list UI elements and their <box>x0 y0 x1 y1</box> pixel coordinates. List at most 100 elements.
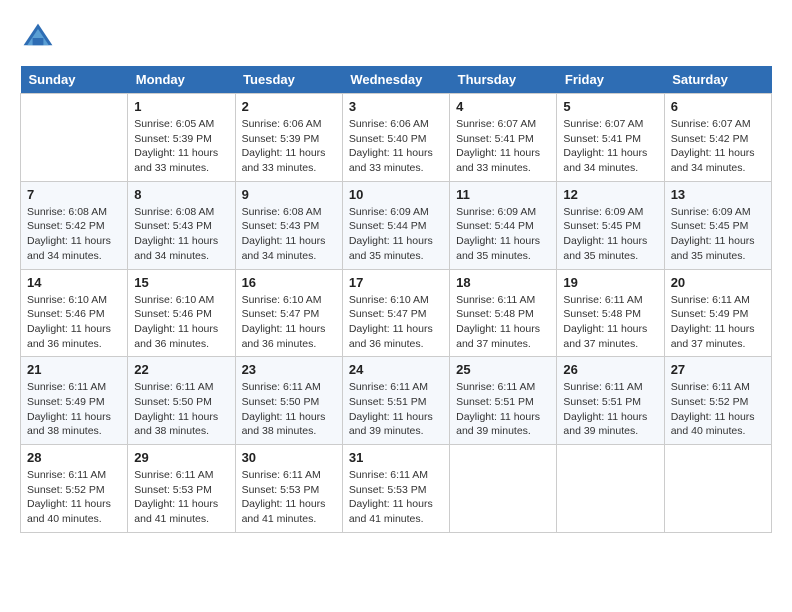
calendar-cell: 23 Sunrise: 6:11 AMSunset: 5:50 PMDayligh… <box>235 357 342 445</box>
calendar-cell: 25 Sunrise: 6:11 AMSunset: 5:51 PMDayligh… <box>450 357 557 445</box>
day-number: 25 <box>456 362 550 377</box>
day-info: Sunrise: 6:10 AMSunset: 5:47 PMDaylight:… <box>349 293 443 352</box>
day-header-saturday: Saturday <box>664 66 771 94</box>
calendar-cell: 10 Sunrise: 6:09 AMSunset: 5:44 PMDayligh… <box>342 181 449 269</box>
calendar-cell: 29Sunrise: 6:11 AMSunset: 5:53 PMDayligh… <box>128 445 235 533</box>
header-row: SundayMondayTuesdayWednesdayThursdayFrid… <box>21 66 772 94</box>
day-header-thursday: Thursday <box>450 66 557 94</box>
day-info: Sunrise: 6:07 AMSunset: 5:42 PMDaylight:… <box>671 117 765 176</box>
calendar-cell: 15 Sunrise: 6:10 AMSunset: 5:46 PMDayligh… <box>128 269 235 357</box>
day-number: 4 <box>456 99 550 114</box>
day-number: 9 <box>242 187 336 202</box>
day-number: 29 <box>134 450 228 465</box>
day-number: 28 <box>27 450 121 465</box>
day-info: Sunrise: 6:11 AMSunset: 5:52 PMDaylight:… <box>671 380 765 439</box>
day-info: Sunrise: 6:11 AMSunset: 5:49 PMDaylight:… <box>671 293 765 352</box>
calendar-cell: 13 Sunrise: 6:09 AMSunset: 5:45 PMDayligh… <box>664 181 771 269</box>
day-info: Sunrise: 6:11 AMSunset: 5:53 PMDaylight:… <box>349 468 443 527</box>
calendar-cell: 22 Sunrise: 6:11 AMSunset: 5:50 PMDayligh… <box>128 357 235 445</box>
calendar-cell <box>664 445 771 533</box>
day-info: Sunrise: 6:11 AMSunset: 5:50 PMDaylight:… <box>134 380 228 439</box>
day-header-wednesday: Wednesday <box>342 66 449 94</box>
calendar-cell: 1 Sunrise: 6:05 AMSunset: 5:39 PMDaylight… <box>128 94 235 182</box>
calendar-cell <box>450 445 557 533</box>
day-number: 19 <box>563 275 657 290</box>
day-number: 20 <box>671 275 765 290</box>
week-row-2: 7Sunrise: 6:08 AMSunset: 5:42 PMDaylight… <box>21 181 772 269</box>
day-number: 15 <box>134 275 228 290</box>
day-info: Sunrise: 6:10 AMSunset: 5:47 PMDaylight:… <box>242 293 336 352</box>
calendar-cell: 14 Sunrise: 6:10 AMSunset: 5:46 PMDayligh… <box>21 269 128 357</box>
calendar-cell: 21Sunrise: 6:11 AMSunset: 5:49 PMDayligh… <box>21 357 128 445</box>
day-number: 14 <box>27 275 121 290</box>
day-number: 3 <box>349 99 443 114</box>
day-info: Sunrise: 6:10 AMSunset: 5:46 PMDaylight:… <box>134 293 228 352</box>
day-header-friday: Friday <box>557 66 664 94</box>
day-number: 10 <box>349 187 443 202</box>
day-number: 23 <box>242 362 336 377</box>
calendar-cell <box>557 445 664 533</box>
calendar-cell: 19 Sunrise: 6:11 AMSunset: 5:48 PMDayligh… <box>557 269 664 357</box>
calendar-cell: 2 Sunrise: 6:06 AMSunset: 5:39 PMDaylight… <box>235 94 342 182</box>
day-info: Sunrise: 6:09 AMSunset: 5:45 PMDaylight:… <box>563 205 657 264</box>
day-number: 7 <box>27 187 121 202</box>
day-info: Sunrise: 6:11 AMSunset: 5:49 PMDaylight:… <box>27 380 121 439</box>
calendar-cell: 7Sunrise: 6:08 AMSunset: 5:42 PMDaylight… <box>21 181 128 269</box>
calendar-cell: 30Sunrise: 6:11 AMSunset: 5:53 PMDayligh… <box>235 445 342 533</box>
day-info: Sunrise: 6:11 AMSunset: 5:48 PMDaylight:… <box>563 293 657 352</box>
day-number: 2 <box>242 99 336 114</box>
day-info: Sunrise: 6:10 AMSunset: 5:46 PMDaylight:… <box>27 293 121 352</box>
calendar-table: SundayMondayTuesdayWednesdayThursdayFrid… <box>20 66 772 533</box>
week-row-5: 28 Sunrise: 6:11 AMSunset: 5:52 PMDayligh… <box>21 445 772 533</box>
day-info: Sunrise: 6:09 AMSunset: 5:44 PMDaylight:… <box>349 205 443 264</box>
calendar-cell: 28 Sunrise: 6:11 AMSunset: 5:52 PMDayligh… <box>21 445 128 533</box>
day-number: 6 <box>671 99 765 114</box>
day-number: 26 <box>563 362 657 377</box>
day-number: 24 <box>349 362 443 377</box>
calendar-cell: 31 Sunrise: 6:11 AMSunset: 5:53 PMDayligh… <box>342 445 449 533</box>
day-number: 17 <box>349 275 443 290</box>
day-info: Sunrise: 6:08 AMSunset: 5:43 PMDaylight:… <box>134 205 228 264</box>
calendar-cell: 16 Sunrise: 6:10 AMSunset: 5:47 PMDayligh… <box>235 269 342 357</box>
day-info: Sunrise: 6:11 AMSunset: 5:51 PMDaylight:… <box>456 380 550 439</box>
day-info: Sunrise: 6:11 AMSunset: 5:50 PMDaylight:… <box>242 380 336 439</box>
day-number: 22 <box>134 362 228 377</box>
day-number: 18 <box>456 275 550 290</box>
day-info: Sunrise: 6:11 AMSunset: 5:53 PMDaylight:… <box>242 468 336 527</box>
day-info: Sunrise: 6:06 AMSunset: 5:39 PMDaylight:… <box>242 117 336 176</box>
calendar-cell: 20 Sunrise: 6:11 AMSunset: 5:49 PMDayligh… <box>664 269 771 357</box>
calendar-cell: 3Sunrise: 6:06 AMSunset: 5:40 PMDaylight… <box>342 94 449 182</box>
day-number: 8 <box>134 187 228 202</box>
week-row-4: 21Sunrise: 6:11 AMSunset: 5:49 PMDayligh… <box>21 357 772 445</box>
calendar-cell: 12Sunrise: 6:09 AMSunset: 5:45 PMDayligh… <box>557 181 664 269</box>
day-info: Sunrise: 6:11 AMSunset: 5:51 PMDaylight:… <box>563 380 657 439</box>
day-header-sunday: Sunday <box>21 66 128 94</box>
day-number: 13 <box>671 187 765 202</box>
day-info: Sunrise: 6:07 AMSunset: 5:41 PMDaylight:… <box>563 117 657 176</box>
calendar-cell: 9 Sunrise: 6:08 AMSunset: 5:43 PMDaylight… <box>235 181 342 269</box>
week-row-1: 1 Sunrise: 6:05 AMSunset: 5:39 PMDaylight… <box>21 94 772 182</box>
day-info: Sunrise: 6:08 AMSunset: 5:43 PMDaylight:… <box>242 205 336 264</box>
calendar-cell: 4 Sunrise: 6:07 AMSunset: 5:41 PMDaylight… <box>450 94 557 182</box>
day-info: Sunrise: 6:05 AMSunset: 5:39 PMDaylight:… <box>134 117 228 176</box>
calendar-cell: 6 Sunrise: 6:07 AMSunset: 5:42 PMDaylight… <box>664 94 771 182</box>
logo-icon <box>20 20 56 56</box>
day-info: Sunrise: 6:07 AMSunset: 5:41 PMDaylight:… <box>456 117 550 176</box>
day-info: Sunrise: 6:11 AMSunset: 5:48 PMDaylight:… <box>456 293 550 352</box>
day-info: Sunrise: 6:11 AMSunset: 5:52 PMDaylight:… <box>27 468 121 527</box>
day-info: Sunrise: 6:09 AMSunset: 5:45 PMDaylight:… <box>671 205 765 264</box>
day-info: Sunrise: 6:09 AMSunset: 5:44 PMDaylight:… <box>456 205 550 264</box>
day-number: 16 <box>242 275 336 290</box>
day-number: 1 <box>134 99 228 114</box>
day-header-monday: Monday <box>128 66 235 94</box>
day-number: 5 <box>563 99 657 114</box>
calendar-cell: 27Sunrise: 6:11 AMSunset: 5:52 PMDayligh… <box>664 357 771 445</box>
day-number: 31 <box>349 450 443 465</box>
calendar-cell: 11Sunrise: 6:09 AMSunset: 5:44 PMDayligh… <box>450 181 557 269</box>
calendar-cell: 5 Sunrise: 6:07 AMSunset: 5:41 PMDaylight… <box>557 94 664 182</box>
calendar-cell <box>21 94 128 182</box>
day-header-tuesday: Tuesday <box>235 66 342 94</box>
logo <box>20 20 62 56</box>
day-info: Sunrise: 6:11 AMSunset: 5:51 PMDaylight:… <box>349 380 443 439</box>
page-header <box>20 20 772 56</box>
